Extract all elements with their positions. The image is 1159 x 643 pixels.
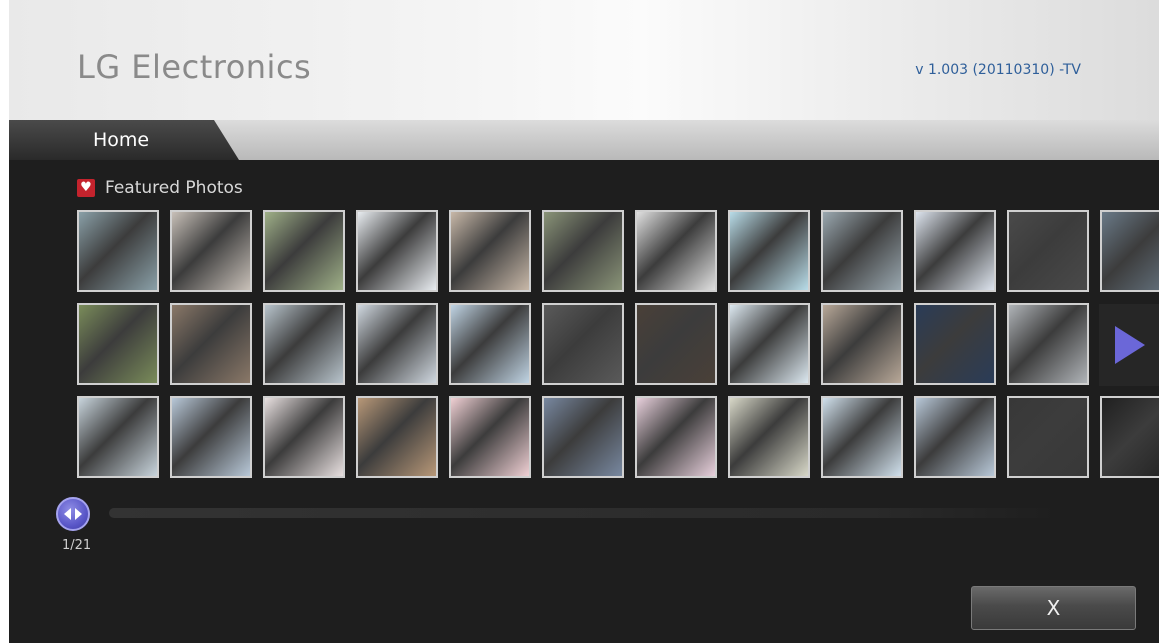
photo-thumbnail[interactable] (1007, 396, 1089, 478)
photo-thumbnail[interactable] (635, 396, 717, 478)
photo-thumbnail[interactable] (1100, 396, 1159, 478)
photo-thumbnail[interactable] (542, 396, 624, 478)
photo-thumbnail[interactable] (449, 303, 531, 385)
photo-thumbnail[interactable] (263, 210, 345, 292)
photo-thumbnail[interactable] (728, 303, 810, 385)
app-window: LG Electronics v 1.003 (20110310) -TV Ho… (9, 0, 1159, 643)
photo-thumbnail[interactable] (914, 303, 996, 385)
photo-thumbnail[interactable] (1100, 210, 1159, 292)
tab-home-label: Home (93, 129, 150, 151)
photo-thumbnail[interactable] (821, 303, 903, 385)
heart-icon: ♥ (77, 179, 95, 197)
photo-thumbnail[interactable] (728, 210, 810, 292)
photo-thumbnail[interactable] (1007, 303, 1089, 385)
close-button-label: X (1046, 596, 1061, 620)
chevron-right-icon (1115, 326, 1145, 364)
page-indicator: 1/21 (62, 538, 92, 553)
photo-thumbnail[interactable] (170, 396, 252, 478)
header-bar: LG Electronics v 1.003 (20110310) -TV (9, 0, 1159, 120)
version-label: v 1.003 (20110310) -TV (915, 62, 1081, 78)
section-title: Featured Photos (105, 178, 243, 198)
photo-thumbnail[interactable] (77, 396, 159, 478)
photo-thumbnail[interactable] (635, 210, 717, 292)
photo-thumbnail[interactable] (356, 396, 438, 478)
photo-thumbnail[interactable] (728, 396, 810, 478)
photo-thumbnail[interactable] (449, 210, 531, 292)
photo-thumbnail[interactable] (635, 303, 717, 385)
scroll-handle[interactable] (56, 497, 90, 531)
left-right-arrows-icon (64, 508, 82, 520)
scroll-track[interactable] (109, 508, 1059, 518)
photo-thumbnail[interactable] (542, 303, 624, 385)
close-button[interactable]: X (971, 586, 1136, 630)
photo-thumbnail[interactable] (77, 303, 159, 385)
next-page-button[interactable] (1099, 304, 1159, 386)
photo-thumbnail[interactable] (356, 210, 438, 292)
tab-bar: Home (9, 120, 1159, 160)
tab-home[interactable]: Home (9, 120, 239, 160)
photo-thumbnail[interactable] (356, 303, 438, 385)
photo-thumbnail[interactable] (263, 396, 345, 478)
photo-thumbnail[interactable] (1007, 210, 1089, 292)
photo-thumbnail[interactable] (914, 396, 996, 478)
photo-thumbnail[interactable] (821, 210, 903, 292)
photo-thumbnail[interactable] (914, 210, 996, 292)
photo-grid (77, 210, 1159, 480)
photo-thumbnail[interactable] (542, 210, 624, 292)
photo-thumbnail[interactable] (170, 210, 252, 292)
photo-thumbnail[interactable] (263, 303, 345, 385)
photo-thumbnail[interactable] (77, 210, 159, 292)
photo-thumbnail[interactable] (170, 303, 252, 385)
brand-title: LG Electronics (77, 48, 312, 86)
photo-thumbnail[interactable] (821, 396, 903, 478)
photo-thumbnail[interactable] (449, 396, 531, 478)
